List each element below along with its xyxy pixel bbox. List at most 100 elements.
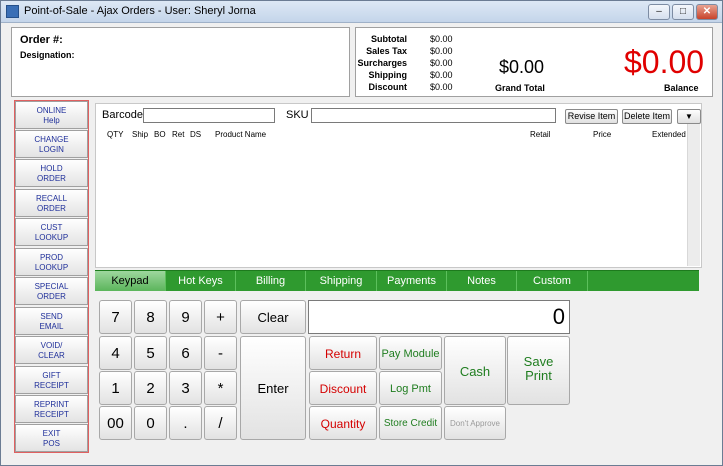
item-menu-dropdown[interactable]: ▼ bbox=[677, 109, 701, 124]
pay-module-button[interactable]: Pay Module bbox=[379, 336, 442, 370]
sidebar-item-line1: EXIT bbox=[42, 429, 61, 438]
key-1[interactable]: 1 bbox=[99, 371, 132, 405]
col-product-name: Product Name bbox=[215, 130, 267, 139]
tab-billing[interactable]: Billing bbox=[236, 271, 306, 291]
tab-payments[interactable]: Payments bbox=[377, 271, 447, 291]
sidebar-item-cust-lookup[interactable]: CUST LOOKUP bbox=[15, 218, 88, 246]
key-4[interactable]: 4 bbox=[99, 336, 132, 370]
sidebar-item-line2: ORDER bbox=[37, 204, 66, 213]
items-scrollbar[interactable] bbox=[687, 124, 700, 266]
key-2[interactable]: 2 bbox=[134, 371, 167, 405]
shipping-value: $0.00 bbox=[430, 70, 453, 80]
store-credit-button[interactable]: Store Credit bbox=[379, 406, 442, 440]
save-label: Save bbox=[523, 354, 554, 369]
tab-custom[interactable]: Custom bbox=[517, 271, 588, 291]
key-9[interactable]: 9 bbox=[169, 300, 202, 334]
tab-shipping[interactable]: Shipping bbox=[306, 271, 377, 291]
sales-tax-value: $0.00 bbox=[430, 46, 453, 56]
maximize-button[interactable]: □ bbox=[672, 4, 694, 20]
key-5[interactable]: 5 bbox=[134, 336, 167, 370]
save-print-button[interactable]: Save Print bbox=[507, 336, 570, 405]
sidebar-item-line1: ONLINE bbox=[36, 106, 67, 115]
sidebar-item-recall-order[interactable]: RECALL ORDER bbox=[15, 189, 88, 217]
key-00[interactable]: 00 bbox=[99, 406, 132, 440]
col-ret: Ret bbox=[172, 130, 185, 139]
key-multiply[interactable]: * bbox=[204, 371, 237, 405]
sidebar-item-line2: POS bbox=[43, 439, 60, 448]
discount-button[interactable]: Discount bbox=[309, 371, 377, 405]
sidebar-item-line1: RECALL bbox=[35, 194, 68, 203]
barcode-input[interactable] bbox=[143, 108, 275, 123]
sidebar-item-exit-pos[interactable]: EXIT POS bbox=[15, 424, 88, 452]
sidebar-item-line2: LOOKUP bbox=[34, 263, 69, 272]
designation-label: Designation: bbox=[20, 50, 75, 60]
subtotal-label: Subtotal bbox=[371, 34, 407, 44]
sidebar-item-line2: Help bbox=[43, 116, 60, 125]
sidebar-item-line1: HOLD bbox=[40, 164, 63, 173]
col-retail: Retail bbox=[530, 130, 551, 139]
sidebar-item-reprint-receipt[interactable]: REPRINT RECEIPT bbox=[15, 395, 88, 423]
sidebar-item-line1: VOID/ bbox=[40, 341, 63, 350]
sku-input[interactable] bbox=[311, 108, 556, 123]
sidebar-item-prod-lookup[interactable]: PROD LOOKUP bbox=[15, 248, 88, 276]
balance-value: $0.00 bbox=[624, 44, 705, 80]
key-0[interactable]: 0 bbox=[134, 406, 167, 440]
key-decimal[interactable]: . bbox=[169, 406, 202, 440]
surcharges-value: $0.00 bbox=[430, 58, 453, 68]
sidebar-item-line1: REPRINT bbox=[33, 400, 70, 409]
order-info-panel: Order #: Designation: bbox=[11, 27, 350, 97]
sku-label: SKU bbox=[286, 109, 309, 121]
discount-value: $0.00 bbox=[430, 82, 453, 92]
app-icon bbox=[6, 5, 19, 18]
sidebar-item-change-login[interactable]: CHANGE LOGIN bbox=[15, 130, 88, 158]
revise-item-button[interactable]: Revise Item bbox=[565, 109, 618, 124]
cash-button[interactable]: Cash bbox=[444, 336, 506, 405]
balance-label: Balance bbox=[664, 83, 699, 93]
tab-notes[interactable]: Notes bbox=[447, 271, 517, 291]
grand-total-value: $0.00 bbox=[499, 57, 545, 77]
clear-button[interactable]: Clear bbox=[240, 300, 306, 334]
barcode-label: Barcode bbox=[102, 109, 143, 121]
key-minus[interactable]: - bbox=[204, 336, 237, 370]
title-bar: Point-of-Sale - Ajax Orders - User: Sher… bbox=[1, 1, 722, 23]
log-pmt-button[interactable]: Log Pmt bbox=[379, 371, 442, 405]
sidebar-item-line2: ORDER bbox=[37, 292, 66, 301]
enter-button[interactable]: Enter bbox=[240, 336, 306, 440]
sidebar-item-gift-receipt[interactable]: GIFT RECEIPT bbox=[15, 366, 88, 394]
close-button[interactable]: ✕ bbox=[696, 4, 718, 20]
sidebar-item-line2: RECEIPT bbox=[34, 381, 69, 390]
delete-item-button[interactable]: Delete Item bbox=[622, 109, 672, 124]
key-divide[interactable]: / bbox=[204, 406, 237, 440]
order-items-panel: Barcode SKU Revise Item Delete Item ▼ QT… bbox=[95, 103, 702, 268]
tab-bar: Keypad Hot Keys Billing Shipping Payment… bbox=[95, 270, 699, 291]
return-button[interactable]: Return bbox=[309, 336, 377, 370]
sidebar-item-void-clear[interactable]: VOID/CLEAR bbox=[15, 336, 88, 364]
key-6[interactable]: 6 bbox=[169, 336, 202, 370]
sidebar-item-line1: SPECIAL bbox=[34, 282, 69, 291]
discount-label: Discount bbox=[368, 82, 407, 92]
sidebar-item-line2: CLEAR bbox=[38, 351, 65, 360]
sidebar-item-line2: ORDER bbox=[37, 174, 66, 183]
key-7[interactable]: 7 bbox=[99, 300, 132, 334]
surcharges-label: Surcharges bbox=[357, 58, 407, 68]
tab-hot-keys[interactable]: Hot Keys bbox=[166, 271, 236, 291]
dont-approve-button[interactable]: Don't Approve bbox=[444, 406, 506, 440]
sidebar-item-line1: CUST bbox=[40, 223, 63, 232]
col-extended: Extended bbox=[652, 130, 686, 139]
key-8[interactable]: 8 bbox=[134, 300, 167, 334]
key-3[interactable]: 3 bbox=[169, 371, 202, 405]
quantity-button[interactable]: Quantity bbox=[309, 406, 377, 440]
sidebar-item-line1: PROD bbox=[39, 253, 64, 262]
sidebar-item-hold-order[interactable]: HOLD ORDER bbox=[15, 159, 88, 187]
key-plus[interactable]: + bbox=[204, 300, 237, 334]
sidebar-item-special-order[interactable]: SPECIAL ORDER bbox=[15, 277, 88, 305]
minimize-button[interactable]: – bbox=[648, 4, 670, 20]
sidebar-item-send-email[interactable]: SEND EMAIL bbox=[15, 307, 88, 335]
sidebar-item-line1: GIFT bbox=[42, 371, 61, 380]
sidebar-item-online-help[interactable]: ONLINE Help bbox=[15, 101, 88, 129]
sidebar-item-line2: LOGIN bbox=[39, 145, 64, 154]
sidebar-item-line1: CHANGE bbox=[34, 135, 69, 144]
tab-keypad[interactable]: Keypad bbox=[95, 271, 166, 291]
sidebar-item-line2: EMAIL bbox=[39, 322, 64, 331]
sales-tax-label: Sales Tax bbox=[366, 46, 407, 56]
